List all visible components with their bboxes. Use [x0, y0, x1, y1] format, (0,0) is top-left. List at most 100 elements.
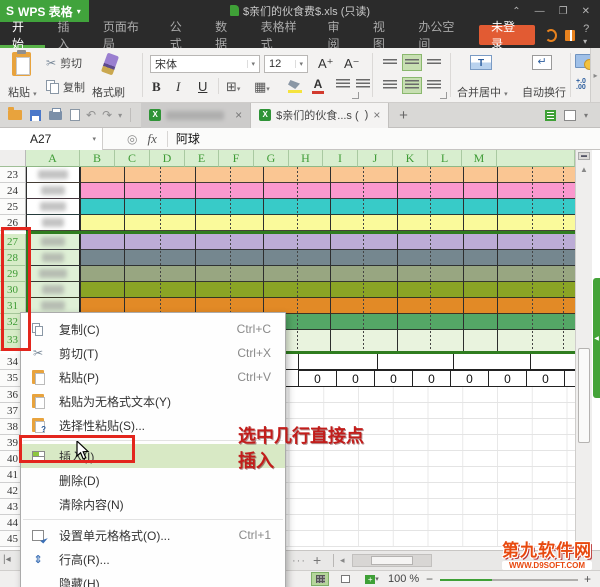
menu-item-粘贴为无格式文本[interactable]: 粘贴为无格式文本(Y) — [21, 389, 285, 413]
vertical-scroll-thumb[interactable] — [578, 348, 590, 443]
name-box[interactable]: A27 ▾ — [0, 127, 103, 150]
shrink-font-button[interactable]: A⁻ — [344, 56, 360, 72]
minimize-button[interactable]: — — [535, 6, 545, 17]
sheet-scroll-left-icon[interactable]: |◂ — [3, 554, 11, 565]
column-header-A[interactable]: A — [26, 150, 80, 167]
search-function-icon[interactable]: ◎ — [127, 132, 137, 146]
row-header-24[interactable]: 24 — [0, 183, 26, 199]
row-header-23[interactable]: 23 — [0, 167, 26, 183]
sheet-more-button[interactable]: ··· — [292, 555, 306, 567]
row-cells-25[interactable] — [26, 199, 575, 215]
total-cell[interactable]: 0 — [527, 370, 565, 387]
row-cells-28[interactable] — [26, 250, 575, 266]
menu-item-粘贴[interactable]: 粘贴(P) Ctrl+V — [21, 365, 285, 389]
bold-button[interactable]: B — [152, 79, 161, 95]
close-button[interactable]: ✕ — [582, 6, 590, 17]
save-icon[interactable] — [30, 109, 41, 121]
cell-A30[interactable] — [26, 282, 80, 297]
align-middle-button[interactable] — [402, 54, 422, 71]
close-icon[interactable]: × — [373, 108, 380, 122]
tab-list-icon[interactable] — [544, 109, 556, 121]
menu-item-隐藏[interactable]: 隐藏(H) — [21, 571, 285, 587]
maximize-button[interactable]: ❐ — [559, 6, 568, 17]
normal-view-button[interactable] — [311, 572, 329, 586]
hscroll-left-icon[interactable]: ◂ — [340, 555, 345, 566]
column-header-B[interactable]: B — [80, 150, 115, 167]
increase-indent-icon[interactable] — [356, 79, 370, 90]
chevron-down-icon[interactable]: ▾ — [584, 111, 588, 120]
font-dialog-launcher[interactable] — [352, 92, 359, 99]
grow-font-button[interactable]: A⁺ — [318, 56, 334, 72]
italic-button[interactable]: I — [176, 79, 180, 95]
align-dialog-launcher[interactable] — [440, 92, 447, 99]
paste-icon[interactable] — [12, 50, 31, 76]
column-header-M[interactable]: M — [462, 150, 497, 167]
cell-A28[interactable] — [26, 250, 80, 265]
total-cell[interactable]: 0 — [451, 370, 489, 387]
undo-icon[interactable]: ↶ — [86, 108, 96, 122]
quickbar-dropdown-icon[interactable]: ▾ — [118, 111, 122, 120]
underline-button[interactable]: U — [198, 79, 207, 94]
ribbon-tab-公式[interactable]: 公式 — [158, 20, 203, 51]
add-sheet-button[interactable]: + — [313, 552, 321, 568]
row-cells-26[interactable] — [26, 215, 575, 231]
gift-icon[interactable] — [564, 29, 576, 41]
wrap-text-button[interactable]: 自动换行 — [522, 84, 566, 100]
borders-button[interactable]: ⊞▾ — [226, 79, 240, 95]
skin-icon[interactable] — [544, 28, 557, 42]
row-cells-29[interactable] — [26, 266, 575, 282]
total-cell[interactable]: 0 — [413, 370, 451, 387]
document-tab-inactive[interactable]: X × — [141, 102, 252, 128]
paste-button[interactable]: 粘贴 ▾ — [8, 84, 37, 100]
merge-center-button[interactable]: 合并居中 ▾ — [457, 84, 508, 100]
cell-A24[interactable] — [26, 183, 80, 198]
menu-item-复制[interactable]: 复制(C) Ctrl+C — [21, 317, 285, 341]
document-tab-active[interactable]: X $亲们的伙食...s ( ) × — [251, 102, 390, 128]
cut-button[interactable]: ✂ 剪切 — [46, 55, 82, 71]
open-icon[interactable] — [8, 107, 22, 120]
print-icon[interactable] — [49, 107, 62, 120]
cell-A29[interactable] — [26, 266, 80, 281]
close-icon[interactable]: × — [235, 108, 242, 122]
total-cell[interactable]: 0 — [375, 370, 413, 387]
increase-decimal-button[interactable]: +.0.00 — [576, 78, 586, 91]
column-header-G[interactable]: G — [254, 150, 289, 167]
ribbon-tab-审阅[interactable]: 审阅 — [315, 20, 360, 51]
cell-shading-button[interactable]: ▦▾ — [254, 79, 270, 95]
row-cells-23[interactable] — [26, 167, 575, 183]
total-cell[interactable]: 0 — [337, 370, 375, 387]
ribbon-scroll-right[interactable]: ▸ — [590, 48, 600, 102]
column-header-J[interactable]: J — [358, 150, 393, 167]
format-painter-button[interactable]: 格式刷 — [92, 84, 125, 100]
print-preview-icon[interactable] — [70, 109, 80, 121]
column-header-H[interactable]: H — [289, 150, 323, 167]
new-tab-button[interactable]: + — [399, 107, 408, 124]
column-header-partial[interactable] — [497, 150, 575, 167]
custom-view-button[interactable]: + ▾ — [360, 572, 384, 586]
vertical-scrollbar[interactable]: ▬ ▲ — [575, 150, 592, 550]
align-center-button[interactable] — [402, 77, 422, 94]
cell-A27[interactable] — [26, 234, 80, 249]
cell-A31[interactable] — [26, 298, 80, 313]
ribbon-tab-办公空间[interactable]: 办公空间 — [406, 20, 473, 51]
total-cell[interactable]: 0 — [489, 370, 527, 387]
align-top-button[interactable] — [380, 54, 400, 71]
insert-function-icon[interactable]: fx — [147, 131, 156, 147]
horizontal-scroll-thumb[interactable] — [371, 556, 413, 565]
zoom-in-button[interactable]: + — [584, 572, 591, 586]
font-color-button[interactable]: A — [312, 77, 324, 94]
fill-color-button[interactable] — [288, 80, 302, 93]
ribbon-tab-插入[interactable]: 插入 — [45, 20, 90, 51]
copy-button[interactable]: 复制 — [46, 79, 85, 95]
split-handle[interactable]: ▬ — [578, 152, 590, 160]
column-header-E[interactable]: E — [185, 150, 219, 167]
ribbon-tab-页面布局[interactable]: 页面布局 — [91, 20, 158, 51]
ribbon-tab-视图[interactable]: 视图 — [361, 20, 406, 51]
horizontal-scrollbar[interactable] — [352, 554, 432, 567]
row-cells-30[interactable] — [26, 282, 575, 298]
redo-icon[interactable]: ↷ — [102, 108, 112, 122]
font-size-combo[interactable]: 12 ▾ — [264, 55, 308, 73]
menu-item-设置单元格格式[interactable]: 设置单元格格式(O)... Ctrl+1 — [21, 523, 285, 547]
ribbon-tab-数据[interactable]: 数据 — [203, 20, 248, 51]
login-button[interactable]: 未登录 — [479, 20, 535, 51]
